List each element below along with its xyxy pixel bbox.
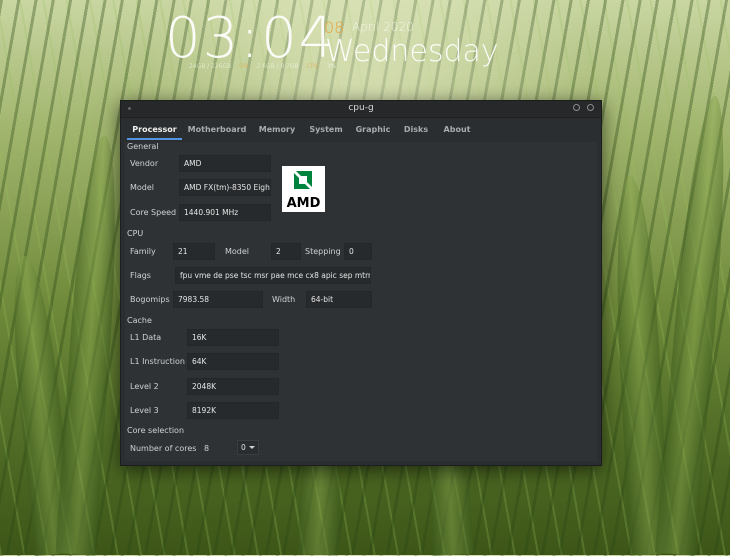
- wallpaper-grass: [655, 94, 730, 556]
- window-title: cpu-g: [348, 103, 374, 113]
- section-title-core-selection: Core selection: [127, 426, 185, 435]
- clock-time: 03:04: [165, 6, 337, 71]
- tab-about[interactable]: About: [438, 122, 476, 140]
- core-select-dropdown[interactable]: 0: [237, 440, 259, 455]
- width-label: Width: [272, 295, 296, 304]
- flags-value: fpu vme de pse tsc msr pae mce cx8 apic …: [175, 267, 371, 284]
- level2-label: Level 2: [130, 382, 159, 391]
- section-title-cpu: CPU: [127, 229, 144, 238]
- clock-month-year: April 2020: [352, 20, 414, 34]
- close-button[interactable]: [587, 104, 594, 111]
- number-of-cores-value: 8: [204, 444, 210, 453]
- section-title-cache: Cache: [127, 316, 152, 325]
- tab-memory[interactable]: Memory: [254, 122, 300, 140]
- l1-data-value: 16K: [187, 329, 279, 346]
- family-label: Family: [130, 247, 156, 256]
- clock-stat-disk-percent: 5%: [239, 63, 249, 70]
- vendor-label: Vendor: [130, 159, 159, 168]
- tab-disks[interactable]: Disks: [399, 122, 433, 140]
- minimize-button[interactable]: [573, 104, 580, 111]
- wallpaper-grass: [55, 134, 125, 556]
- tab-graphic[interactable]: Graphic: [352, 122, 394, 140]
- vendor-value: AMD: [179, 155, 271, 172]
- clock-system-stats: 24GB / 226GB 5% 2.6GB / 8.7GB CPU 3%: [189, 63, 342, 70]
- tab-system[interactable]: System: [305, 122, 347, 140]
- stepping-value: 0: [344, 243, 372, 260]
- cpu-model-value: 2: [271, 243, 301, 260]
- window-titlebar[interactable]: cpu-g: [121, 101, 601, 118]
- tab-motherboard[interactable]: Motherboard: [185, 122, 249, 140]
- amd-logo-icon: [294, 171, 312, 189]
- width-value: 64-bit: [306, 291, 372, 308]
- core-speed-value: 1440.901 MHz: [179, 204, 271, 221]
- chevron-down-icon: [249, 446, 255, 449]
- flags-label: Flags: [130, 271, 151, 280]
- clock-stat-memory: 2.6GB / 8.7GB: [256, 63, 299, 70]
- core-select-value: 0: [241, 443, 246, 452]
- l1-instruction-value: 64K: [187, 353, 279, 370]
- cpu-model-label: Model: [225, 247, 250, 256]
- cpu-g-window: cpu-g Processor Motherboard Memory Syste…: [120, 100, 602, 466]
- bogomips-label: Bogomips: [130, 295, 170, 304]
- core-speed-label: Core Speed: [130, 208, 177, 217]
- level2-value: 2048K: [187, 378, 279, 395]
- amd-logo: AMD: [282, 166, 325, 212]
- clock-weekday: Wednesday: [325, 34, 499, 69]
- clock-stat-cpu-percent: 3%: [326, 63, 337, 70]
- section-title-general: General: [127, 142, 159, 151]
- l1-data-label: L1 Data: [130, 333, 162, 342]
- processor-panel: General Vendor AMD Model AMD FX(tm)-8350…: [125, 142, 597, 461]
- clock-stat-cpu-label: CPU: [306, 63, 319, 70]
- number-of-cores-label: Number of cores: [130, 444, 197, 453]
- bogomips-value: 7983.58: [173, 291, 263, 308]
- family-value: 21: [173, 243, 215, 260]
- amd-logo-text: AMD: [286, 196, 321, 211]
- model-label: Model: [130, 183, 155, 192]
- level3-value: 8192K: [187, 402, 279, 419]
- clock-stat-disk: 24GB / 226GB: [189, 63, 232, 70]
- model-value: AMD FX(tm)-8350 Eigh: [179, 179, 271, 196]
- l1-instruction-label: L1 Instruction: [130, 357, 185, 366]
- level3-label: Level 3: [130, 406, 159, 415]
- stepping-label: Stepping: [305, 247, 341, 256]
- tab-processor[interactable]: Processor: [127, 122, 182, 140]
